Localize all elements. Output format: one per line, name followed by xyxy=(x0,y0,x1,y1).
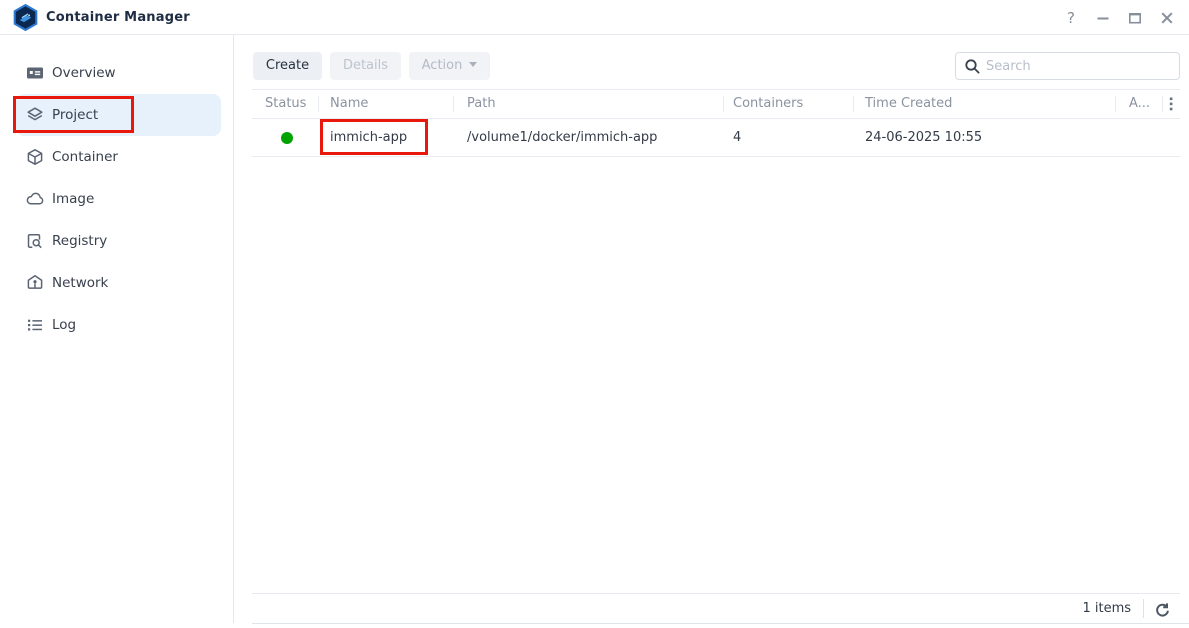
registry-icon xyxy=(26,232,44,250)
minimize-button[interactable] xyxy=(1091,6,1115,30)
action-button-label: Action xyxy=(422,58,463,73)
network-icon xyxy=(26,274,44,292)
column-header-action-truncated[interactable]: A... xyxy=(1115,90,1162,118)
sidebar-item-label: Image xyxy=(52,191,94,207)
footer-separator xyxy=(1143,599,1144,618)
sidebar-item-label: Log xyxy=(52,317,76,333)
search-box xyxy=(955,52,1180,80)
details-button[interactable]: Details xyxy=(330,52,401,80)
action-button[interactable]: Action xyxy=(409,52,490,80)
status-cell xyxy=(252,132,318,144)
container-icon xyxy=(26,148,44,166)
log-icon xyxy=(26,316,44,334)
refresh-icon xyxy=(1153,601,1170,618)
sidebar-item-image[interactable]: Image xyxy=(16,178,221,220)
maximize-icon xyxy=(1127,10,1143,26)
sidebar-item-label: Network xyxy=(52,275,108,291)
container-manager-logo-icon xyxy=(12,4,39,31)
search-input[interactable] xyxy=(956,53,1179,79)
status-running-indicator xyxy=(281,132,293,144)
sidebar: Overview Project Container Image xyxy=(0,36,233,628)
window-bottom-edge xyxy=(252,623,1189,624)
column-header-name[interactable]: Name xyxy=(318,90,453,118)
table-header: Status Name Path Containers Time Created… xyxy=(252,89,1180,119)
image-icon xyxy=(26,190,44,208)
footer-divider xyxy=(252,593,1180,594)
column-header-path[interactable]: Path xyxy=(453,90,723,118)
column-header-containers[interactable]: Containers xyxy=(723,90,853,118)
sidebar-item-label: Project xyxy=(52,107,98,123)
sidebar-item-overview[interactable]: Overview xyxy=(16,52,221,94)
column-settings-button[interactable] xyxy=(1162,90,1180,118)
sidebar-item-project[interactable]: Project xyxy=(16,94,221,136)
sidebar-item-label: Overview xyxy=(52,65,116,81)
project-icon xyxy=(26,106,44,124)
close-button[interactable] xyxy=(1155,6,1179,30)
create-button[interactable]: Create xyxy=(253,52,322,80)
refresh-button[interactable] xyxy=(1150,599,1172,619)
column-header-time-created[interactable]: Time Created xyxy=(853,90,1115,118)
app-title: Container Manager xyxy=(46,0,190,35)
column-header-status[interactable]: Status xyxy=(252,90,318,118)
table-row[interactable]: immich-app /volume1/docker/immich-app 4 … xyxy=(252,119,1180,157)
items-count: 1 items xyxy=(1082,601,1131,616)
titlebar: Container Manager ? xyxy=(0,0,1189,35)
name-cell: immich-app xyxy=(318,130,453,145)
time-created-cell: 24-06-2025 10:55 xyxy=(853,130,1115,145)
chevron-down-icon xyxy=(469,62,477,67)
path-cell: /volume1/docker/immich-app xyxy=(453,130,723,145)
sidebar-item-log[interactable]: Log xyxy=(16,304,221,346)
kebab-menu-icon xyxy=(1169,97,1173,111)
sidebar-item-label: Registry xyxy=(52,233,107,249)
minimize-icon xyxy=(1095,10,1111,26)
sidebar-item-container[interactable]: Container xyxy=(16,136,221,178)
sidebar-divider xyxy=(233,35,234,623)
overview-icon xyxy=(26,64,44,82)
sidebar-item-network[interactable]: Network xyxy=(16,262,221,304)
help-button[interactable]: ? xyxy=(1059,6,1083,30)
window-controls: ? xyxy=(1051,0,1179,35)
container-manager-window: Container Manager ? xyxy=(0,0,1189,628)
sidebar-item-label: Container xyxy=(52,149,118,165)
sidebar-item-registry[interactable]: Registry xyxy=(16,220,221,262)
containers-cell: 4 xyxy=(723,130,853,145)
close-icon xyxy=(1159,10,1175,26)
maximize-button[interactable] xyxy=(1123,6,1147,30)
